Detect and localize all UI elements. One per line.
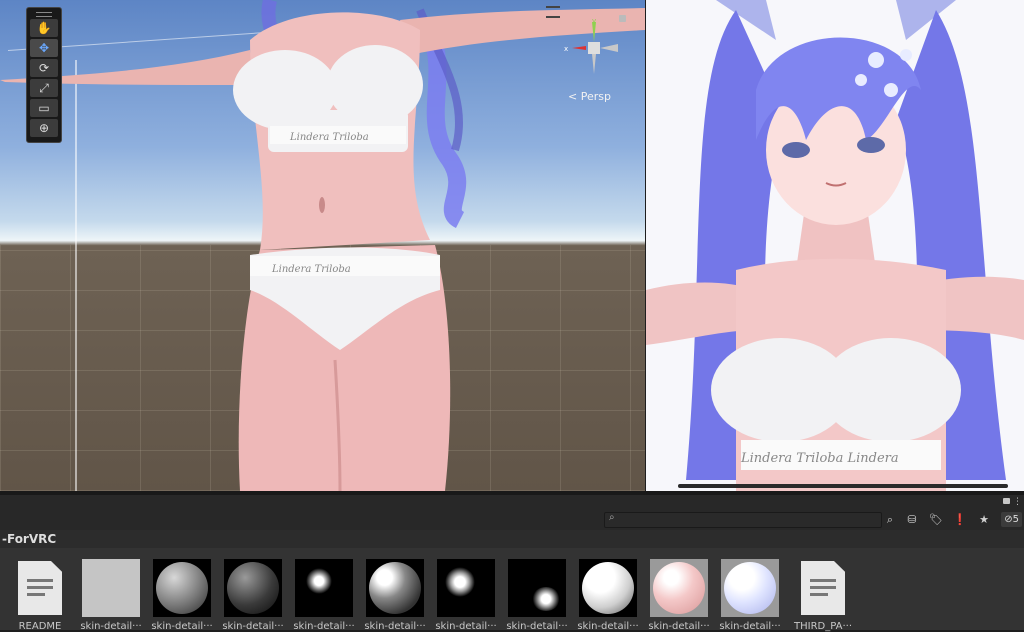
filter-by-type-icon[interactable]: ⛁ <box>902 511 922 528</box>
asset-label: skin-detail··· <box>222 621 284 632</box>
material-thumbnail <box>650 559 708 617</box>
asset-label: skin-detail··· <box>364 621 426 632</box>
hidden-packages-count: 5 <box>1012 514 1019 525</box>
search-by-type-icon[interactable]: ⌕ <box>880 511 900 528</box>
favorite-star-icon[interactable]: ★ <box>974 511 994 528</box>
svg-text:Lindera Triloba: Lindera Triloba <box>289 132 369 143</box>
material-thumbnail <box>153 559 211 617</box>
asset-item[interactable]: skin-detail··· <box>222 559 284 632</box>
scale-icon[interactable]: ⤢ <box>30 79 58 97</box>
svg-text:Lindera Triloba: Lindera Triloba <box>271 264 351 275</box>
log-warning-icon[interactable]: ❗ <box>950 511 970 528</box>
rotate-icon[interactable]: ⟳ <box>30 59 58 77</box>
material-thumbnail <box>721 559 779 617</box>
document-icon <box>18 561 62 615</box>
asset-item[interactable]: skin-detail··· <box>293 559 355 632</box>
asset-label: THIRD_PA··· <box>794 621 852 632</box>
asset-item[interactable]: skin-detail··· <box>648 559 710 632</box>
game-view[interactable]: Lindera Triloba Lindera <box>646 0 1024 491</box>
game-view-scrollbar[interactable] <box>678 484 1008 488</box>
project-toolbar: ⌕ ⌕ ⛁ 🏷 ❗ ★ ⊘ 5 <box>0 510 1024 530</box>
filter-by-label-icon[interactable]: 🏷 <box>926 511 946 528</box>
asset-item[interactable]: skin-detail··· <box>151 559 213 632</box>
texture-thumbnail <box>508 559 566 617</box>
material-thumbnail <box>366 559 424 617</box>
scene-menu-icon[interactable] <box>546 6 560 18</box>
texture-thumbnail <box>437 559 495 617</box>
asset-item[interactable]: skin-detail··· <box>719 559 781 632</box>
avatar-render: Lindera Triloba Lindera <box>646 0 1024 491</box>
svg-text:Lindera Triloba Lindera: Lindera Triloba Lindera <box>740 451 899 466</box>
texture-thumbnail <box>82 559 140 617</box>
gizmo-x-label: x <box>564 45 568 53</box>
avatar-body-model[interactable]: Lindera Triloba Lindera Triloba <box>0 0 645 491</box>
asset-item[interactable]: skin-detail··· <box>364 559 426 632</box>
lock-icon[interactable] <box>1003 498 1010 504</box>
asset-label: skin-detail··· <box>80 621 142 632</box>
hand-icon[interactable]: ✋ <box>30 19 58 37</box>
asset-item[interactable]: skin-detail··· <box>577 559 639 632</box>
rect-tool-icon[interactable]: ▭ <box>30 99 58 117</box>
project-window-header: ⋮ <box>0 495 1024 510</box>
asset-label: skin-detail··· <box>293 621 355 632</box>
material-thumbnail <box>224 559 282 617</box>
camera-projection-label[interactable]: < Persp <box>568 90 611 103</box>
material-thumbnail <box>579 559 637 617</box>
orientation-gizmo[interactable]: y x <box>560 18 620 78</box>
search-icon: ⌕ <box>609 512 615 523</box>
asset-label: skin-detail··· <box>577 621 639 632</box>
texture-thumbnail <box>295 559 353 617</box>
asset-item[interactable]: THIRD_PA··· <box>792 559 854 632</box>
hidden-packages-toggle[interactable]: ⊘ 5 <box>1001 512 1022 527</box>
asset-label: README <box>18 621 62 632</box>
asset-label: skin-detail··· <box>506 621 568 632</box>
eye-slash-icon: ⊘ <box>1004 514 1013 525</box>
asset-item[interactable]: skin-detail··· <box>506 559 568 632</box>
asset-label: skin-detail··· <box>435 621 497 632</box>
asset-item[interactable]: skin-detail··· <box>435 559 497 632</box>
breadcrumb-folder[interactable]: -ForVRC <box>2 532 56 546</box>
asset-label: skin-detail··· <box>648 621 710 632</box>
document-icon <box>801 561 845 615</box>
drag-handle[interactable] <box>36 12 52 17</box>
search-input[interactable]: ⌕ <box>604 512 882 528</box>
gizmo-y-label: y <box>592 18 596 25</box>
asset-grid: README skin-detail··· skin-detail··· ski… <box>0 548 1024 632</box>
asset-item[interactable]: README <box>9 559 71 632</box>
move-icon[interactable]: ✥ <box>30 39 58 57</box>
transform-icon[interactable]: ⊕ <box>30 119 58 137</box>
asset-item[interactable]: skin-detail··· <box>80 559 142 632</box>
asset-label: skin-detail··· <box>719 621 781 632</box>
breadcrumb: -ForVRC <box>0 530 1024 548</box>
scene-view[interactable]: Lindera Triloba Lindera Triloba ✋ ✥ ⟳ ⤢ … <box>0 0 645 491</box>
tool-palette: ✋ ✥ ⟳ ⤢ ▭ ⊕ <box>26 7 62 143</box>
lock-icon[interactable] <box>619 15 626 22</box>
asset-label: skin-detail··· <box>151 621 213 632</box>
more-options-icon[interactable]: ⋮ <box>1013 497 1022 507</box>
